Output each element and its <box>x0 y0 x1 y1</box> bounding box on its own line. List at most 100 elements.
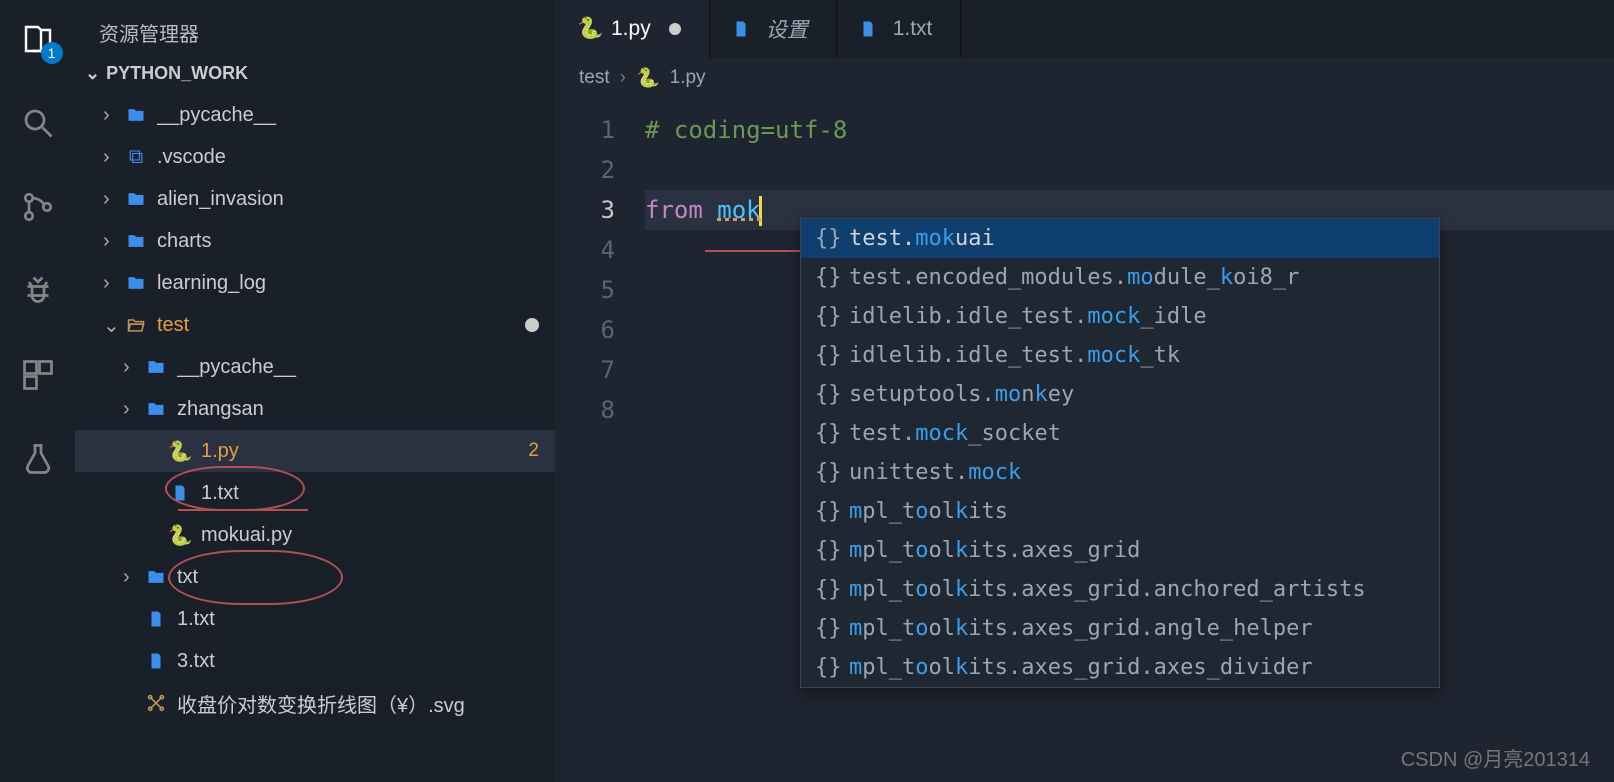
tree-item[interactable]: › charts <box>75 220 555 262</box>
breadcrumb-part[interactable]: 1.py <box>670 67 706 89</box>
suggest-popup[interactable]: {} test.mokuai {} test.encoded_modules.modu… <box>800 218 1440 688</box>
tree-item-label: mokuai.py <box>201 524 555 547</box>
tree-item[interactable]: 1.txt <box>75 598 555 640</box>
tree-item[interactable]: 🐍 mokuai.py <box>75 514 555 556</box>
tree-item[interactable]: ›__pycache__ <box>75 94 555 136</box>
chevron-right-icon: › <box>103 230 123 253</box>
python-icon: 🐍 <box>167 523 193 548</box>
file-icon <box>143 610 169 628</box>
tree-item-label: charts <box>157 230 555 253</box>
suggest-label: test.encoded_modules.module_koi8_r <box>849 265 1299 290</box>
error-count: 2 <box>528 440 539 462</box>
gutter: 12345678 <box>555 98 645 782</box>
search-icon[interactable] <box>17 102 59 144</box>
tree-item[interactable]: ›__pycache__ <box>75 346 555 388</box>
file-icon <box>732 18 754 40</box>
tree-item-label: alien_invasion <box>157 188 555 211</box>
chevron-right-icon: › <box>620 67 626 89</box>
tree-item[interactable]: 1.txt <box>75 472 555 514</box>
module-icon: {} <box>815 538 835 563</box>
tree-item-label: 收盘价对数变换折线图（¥）.svg <box>177 689 555 718</box>
tree-item-label: 1.py <box>201 440 528 463</box>
suggest-item[interactable]: {} test.encoded_modules.module_koi8_r <box>801 258 1439 297</box>
suggest-label: mpl_toolkits.axes_grid <box>849 538 1140 563</box>
tab[interactable]: 1.txt <box>837 0 962 58</box>
tree-item-label: learning_log <box>157 272 555 295</box>
source-control-icon[interactable] <box>17 186 59 228</box>
suggest-label: mpl_toolkits.axes_grid.anchored_artists <box>849 577 1366 602</box>
suggest-item[interactable]: {}idlelib.idle_test.mock_tk <box>801 336 1439 375</box>
tree-item-label: test <box>157 314 525 337</box>
tree-item-label: zhangsan <box>177 398 555 421</box>
tab[interactable]: 🐍1.py <box>555 0 710 58</box>
chevron-right-icon: › <box>123 398 143 421</box>
tree-item[interactable]: 3.txt <box>75 640 555 682</box>
folder-icon <box>143 399 169 419</box>
modified-dot <box>525 318 539 332</box>
file-icon <box>143 652 169 670</box>
tab-label: 1.py <box>611 17 651 41</box>
suggest-label: test.mokuai <box>849 226 995 251</box>
debug-icon[interactable] <box>17 270 59 312</box>
tree-item-label: __pycache__ <box>177 356 555 379</box>
code-line[interactable] <box>645 150 1614 190</box>
tree-item[interactable]: › alien_invasion <box>75 178 555 220</box>
suggest-item[interactable]: {}mpl_toolkits <box>801 492 1439 531</box>
module-icon: {} <box>815 577 835 602</box>
tree-item[interactable]: › zhangsan <box>75 388 555 430</box>
chevron-right-icon: › <box>103 146 123 169</box>
chevron-right-icon: › <box>103 272 123 295</box>
tree-item[interactable]: ›⧉.vscode <box>75 136 555 178</box>
tree-item-label: __pycache__ <box>157 104 555 127</box>
chevron-down-icon: ⌄ <box>103 313 123 338</box>
suggest-label: mpl_toolkits.axes_grid.angle_helper <box>849 616 1313 641</box>
breadcrumbs[interactable]: test › 🐍 1.py <box>555 58 1614 98</box>
line-number: 6 <box>555 310 645 350</box>
tree-item[interactable]: ⌄ test <box>75 304 555 346</box>
line-number: 7 <box>555 350 645 390</box>
code-area[interactable]: # coding=utf-8from mok{}test.mokuai{}tes… <box>645 98 1614 782</box>
suggest-item[interactable]: {}mpl_toolkits.axes_grid.axes_divider <box>801 648 1439 687</box>
folder-icon <box>123 105 149 125</box>
testing-icon[interactable] <box>17 438 59 480</box>
suggest-label: unittest.mock <box>849 460 1021 485</box>
editor[interactable]: 12345678 # coding=utf-8from mok{}test.mo… <box>555 98 1614 782</box>
section-header[interactable]: ⌄ PYTHON_WORK <box>75 57 555 90</box>
module-icon: {} <box>815 655 835 680</box>
code-line[interactable]: # coding=utf-8 <box>645 110 1614 150</box>
tab[interactable]: 设置 <box>710 0 837 58</box>
explorer-badge: 1 <box>41 42 63 64</box>
tree-item-label: 3.txt <box>177 650 555 673</box>
tree-item[interactable]: 收盘价对数变换折线图（¥）.svg <box>75 682 555 724</box>
vscode-icon: ⧉ <box>123 146 149 169</box>
suggest-item[interactable]: {}idlelib.idle_test.mock_idle <box>801 297 1439 336</box>
suggest-item[interactable]: {} test.mokuai <box>801 219 1439 258</box>
python-icon: 🐍 <box>636 66 660 90</box>
suggest-item[interactable]: {} mpl_toolkits.axes_grid <box>801 531 1439 570</box>
line-number: 4 <box>555 230 645 270</box>
module-icon: {} <box>815 265 835 290</box>
suggest-item[interactable]: {}mpl_toolkits.axes_grid.angle_helper <box>801 609 1439 648</box>
tree-item[interactable]: 🐍1.py2 <box>75 430 555 472</box>
tree-item[interactable]: › learning_log <box>75 262 555 304</box>
suggest-item[interactable]: {}unittest.mock <box>801 453 1439 492</box>
annotation-underline <box>705 250 800 252</box>
breadcrumb-part[interactable]: test <box>579 67 610 89</box>
suggest-label: test.mock_socket <box>849 421 1061 446</box>
folder-open-icon <box>123 315 149 335</box>
tab-label: 1.txt <box>893 17 933 41</box>
annotation-circle <box>165 466 305 511</box>
chevron-right-icon: › <box>103 188 123 211</box>
suggest-item[interactable]: {}test.mock_socket <box>801 414 1439 453</box>
module-icon: {} <box>815 226 835 251</box>
tree-item-label: 1.txt <box>177 608 555 631</box>
module-icon: {} <box>815 499 835 524</box>
explorer-icon[interactable]: 1 <box>17 18 59 60</box>
file-tree: ›__pycache__›⧉.vscode›alien_invasion›cha… <box>75 90 555 782</box>
tab-label: 设置 <box>766 14 808 44</box>
extensions-icon[interactable] <box>17 354 59 396</box>
chevron-right-icon: › <box>123 566 143 589</box>
folder-icon <box>143 567 169 587</box>
suggest-item[interactable]: {}setuptools.monkey <box>801 375 1439 414</box>
suggest-item[interactable]: {} mpl_toolkits.axes_grid.anchored_artist… <box>801 570 1439 609</box>
